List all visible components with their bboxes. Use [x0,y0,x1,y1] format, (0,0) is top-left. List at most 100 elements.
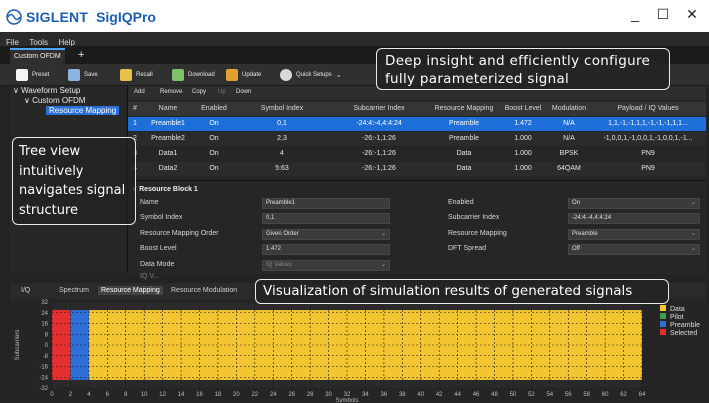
x-tick-label: 14 [178,392,185,398]
x-tick-label: 44 [454,392,461,398]
col-header[interactable]: Payload / IQ Values [592,102,704,116]
download-button[interactable]: Download [172,68,215,82]
boost-level-label: Boost Level [140,245,177,252]
download-label: Download [188,72,215,78]
legend-label: Pilot [670,314,684,321]
download-icon [172,69,184,81]
up-button[interactable]: Up [218,89,226,95]
close-button[interactable]: ✕ [681,6,703,23]
name-field-value: Preamble1 [266,200,296,206]
table-cell: 1.000 [514,150,532,157]
resource-block-panel: ∨ Resource Block 1 Name Preamble1 Symbol… [128,180,706,280]
rm-order-value: Given Order [266,231,299,237]
update-button[interactable]: Update [226,68,261,82]
resource-mapping-select[interactable]: Preamble ⌄ [568,229,700,240]
tab-spectrum[interactable]: Spectrum [56,286,92,295]
table-cell: N/A [563,120,575,127]
table-cell: 4 [280,150,284,157]
chevron-down-icon: ⌄ [690,246,696,252]
name-field[interactable]: Preamble1 [262,198,390,209]
tab-iq[interactable]: I/Q [18,286,33,295]
resource-block-title[interactable]: ∨ Resource Block 1 [132,185,198,193]
col-header[interactable]: Modulation [546,102,592,116]
table-cell: On [209,165,219,172]
x-tick-label: 0 [50,392,54,398]
col-header[interactable]: # [128,102,142,116]
col-header[interactable]: Boost Level [500,102,546,116]
tree-item-custom-ofdm[interactable]: ∨ Custom OFDM [24,96,85,105]
col-header[interactable]: Resource Mapping [428,102,500,116]
col-header[interactable]: Name [142,102,194,116]
x-tick-label: 18 [215,392,222,398]
y-tick-label: -24 [39,375,48,381]
data-mode-select[interactable]: IQ Values ⌄ [262,260,390,271]
save-button[interactable]: Save [68,68,98,82]
tree-item-waveform-setup[interactable]: ∨ Waveform Setup [13,86,80,95]
dft-spread-label: DFT Spread [448,245,486,252]
tab-custom-ofdm[interactable]: Custom OFDM [10,48,65,64]
table-cell: 5:63 [275,165,289,172]
table-cell: -26:-1,1:26 [362,150,396,157]
legend-swatch [660,321,666,327]
col-header[interactable]: Subcarrier Index [330,102,428,116]
table-cell: On [209,150,219,157]
boost-level-field[interactable]: 1.472 [262,244,390,255]
table-cell: N/A [563,135,575,142]
symbol-index-field[interactable]: 0,1 [262,213,390,224]
table-cell: -1,0,0,1,-1,0,0,1,-1,0,0,1,-1... [603,135,693,142]
x-tick-label: 64 [639,392,646,398]
table-cell: Preamble [449,135,479,142]
col-header[interactable]: Enabled [194,102,234,116]
tab-resource-mapping[interactable]: Resource Mapping [98,286,163,295]
y-tick-label: 16 [41,322,48,328]
y-axis-label: Subcarriers [15,330,21,361]
dft-spread-select[interactable]: Off ⌄ [568,244,700,255]
callout-tree-view: Tree view intuitively navigates signal s… [12,137,136,225]
quick-setups-label: Quick Setups [296,72,332,78]
minimize-button[interactable]: _ [624,6,646,22]
tab-resource-modulation[interactable]: Resource Modulation [168,286,240,295]
callout-visualization: Visualization of simulation results of g… [255,279,669,304]
app-logo: SIGLENT SigIQPro [6,9,156,25]
table-row[interactable]: 1 Preamble1 On 0,1 -24:4:-4,4:4:24 Preamble 1.… [128,117,706,131]
down-button[interactable]: Down [236,89,251,95]
chevron-down-icon: ⌄ [380,262,386,268]
subcarrier-index-field[interactable]: -24:4:-4,4:4:24 [568,213,700,224]
legend-label: Preamble [670,322,700,329]
preset-label: Preset [32,72,50,78]
x-tick-label: 10 [141,392,148,398]
rm-order-label: Resource Mapping Order [140,230,219,237]
recall-button[interactable]: Recall [120,68,153,82]
title-bar: SIGLENT SigIQPro _ ☐ ✕ [0,0,709,32]
tree-item-resource-mapping[interactable]: Resource Mapping [46,106,120,115]
new-tab-button[interactable]: + [78,49,84,61]
enabled-select[interactable]: On ⌄ [568,198,700,209]
remove-button[interactable]: Remove [160,89,182,95]
col-header[interactable]: Symbol Index [234,102,330,116]
table-cell: -26:-1,1:26 [362,165,396,172]
add-button[interactable]: Add [134,89,145,95]
rm-order-select[interactable]: Given Order ⌄ [262,229,390,240]
preset-button[interactable]: Preset [16,68,49,82]
table-row[interactable]: 3Data1On4-26:-1,1:26Data1.000BPSKPN9 [128,147,706,161]
x-tick-label: 62 [620,392,627,398]
table-row[interactable]: 4Data2On5:63-26:-1,1:26Data1.00064QAMPN9 [128,162,706,176]
quick-setups-button[interactable]: Quick Setups ⌄ [280,68,342,82]
x-tick-label: 48 [491,392,498,398]
x-tick-label: 46 [473,392,480,398]
table-cell: 2,3 [277,135,287,142]
table-cell: Data [456,165,472,172]
x-tick-label: 20 [233,392,240,398]
table-row[interactable]: 2 Preamble2 On 2,3 -26:-1,1:26 Preamble 1.000 N… [128,132,706,146]
maximize-button[interactable]: ☐ [652,6,674,23]
chevron-down-icon: ⌄ [335,72,342,79]
x-tick-label: 24 [270,392,277,398]
chevron-down-icon: ⌄ [690,231,696,237]
x-tick-label: 2 [69,392,73,398]
y-tick-label: 0 [45,343,49,349]
resource-mapping-chart: 0 2 4 6 8 10 12 14 16 18 20 22 24 26 28 30 32 34 36 38 40 42 4… [15,300,700,403]
x-tick-label: 42 [436,392,443,398]
table-cell: 64QAM [557,165,581,172]
copy-button[interactable]: Copy [192,89,206,95]
chevron-down-icon: ⌄ [380,231,386,237]
